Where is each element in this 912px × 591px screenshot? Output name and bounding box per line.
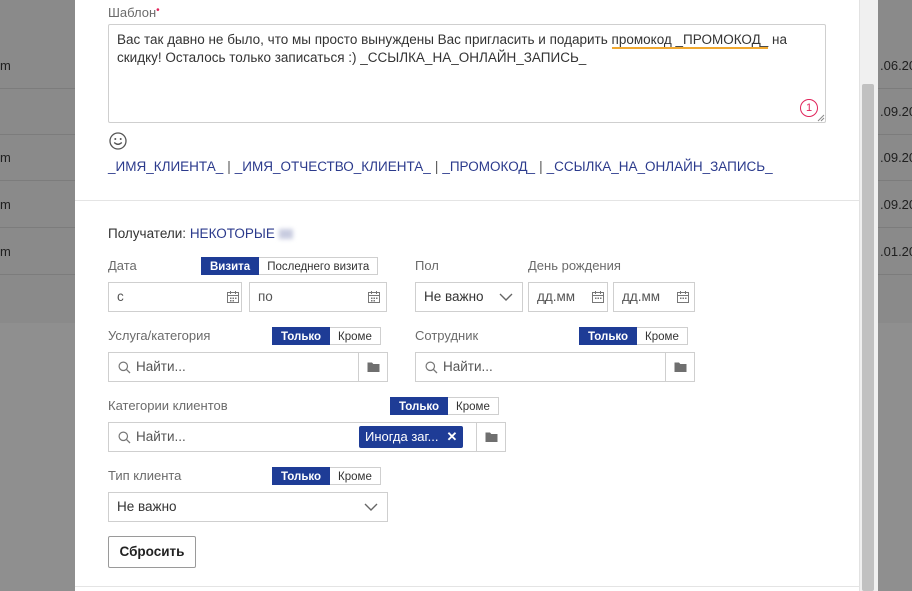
remove-chip-icon[interactable]: ✕ bbox=[447, 429, 458, 444]
date-type-toggle: Визита Последнего визита bbox=[201, 257, 379, 275]
search-icon bbox=[118, 361, 131, 374]
recipients-count-blurred bbox=[278, 229, 293, 240]
resize-handle-icon[interactable] bbox=[817, 114, 825, 122]
template-label-text: Шаблон bbox=[108, 5, 157, 20]
toggle-except[interactable]: Кроме bbox=[637, 327, 688, 345]
reset-button[interactable]: Сбросить bbox=[108, 536, 196, 568]
background-cell: m bbox=[0, 197, 11, 212]
employee-label: Сотрудник bbox=[415, 328, 479, 343]
client-categories-label: Категории клиентов bbox=[108, 398, 228, 413]
variable-client-name-patronymic[interactable]: _ИМЯ_ОТЧЕСТВО_КЛИЕНТА_ bbox=[235, 159, 431, 174]
employee-folder-button[interactable] bbox=[665, 352, 695, 382]
folder-icon bbox=[674, 362, 687, 372]
birthday-label: День рождения bbox=[528, 258, 621, 273]
toggle-only[interactable]: Только bbox=[272, 467, 331, 485]
folder-icon bbox=[367, 362, 380, 372]
background-date: .01.20 bbox=[880, 244, 912, 259]
birthday-to-placeholder: дд.мм bbox=[622, 289, 661, 304]
toggle-except[interactable]: Кроме bbox=[448, 397, 499, 415]
calendar-icon[interactable] bbox=[591, 290, 605, 304]
search-icon bbox=[118, 431, 131, 444]
chevron-down-icon bbox=[364, 503, 378, 511]
background-cell: m bbox=[0, 244, 11, 259]
employee-placeholder: Найти... bbox=[443, 359, 493, 374]
variable-separator: | bbox=[227, 159, 231, 174]
client-categories-toggle: Только Кроме bbox=[390, 397, 499, 415]
background-date: .09.20 bbox=[880, 150, 912, 165]
toggle-last-visit[interactable]: Последнего визита bbox=[259, 257, 379, 275]
date-from-input[interactable]: с bbox=[108, 282, 242, 312]
background-cell: m bbox=[0, 150, 11, 165]
client-categories-placeholder: Найти... bbox=[136, 429, 186, 444]
background-date: .09.20 bbox=[880, 197, 912, 212]
error-counter-badge: 1 bbox=[800, 99, 818, 117]
emoji-icon[interactable] bbox=[109, 132, 127, 150]
folder-icon bbox=[485, 432, 498, 442]
birthday-to-input[interactable]: дд.мм bbox=[613, 282, 695, 312]
date-to-placeholder: по bbox=[258, 289, 273, 304]
client-categories-folder-button[interactable] bbox=[476, 422, 506, 452]
client-type-toggle: Только Кроме bbox=[272, 467, 381, 485]
calendar-icon[interactable] bbox=[226, 290, 240, 304]
calendar-icon[interactable] bbox=[676, 290, 690, 304]
template-text-before: Вас так давно не было, что мы просто вын… bbox=[117, 32, 612, 47]
scrollbar-thumb[interactable] bbox=[862, 84, 874, 591]
gender-label: Пол bbox=[415, 258, 439, 273]
date-label: Дата bbox=[108, 258, 137, 273]
variable-client-name[interactable]: _ИМЯ_КЛИЕНТА_ bbox=[108, 159, 223, 174]
service-placeholder: Найти... bbox=[136, 359, 186, 374]
recipients-label: Получатели: bbox=[108, 226, 187, 241]
variable-online-booking-link[interactable]: _ССЫЛКА_НА_ОНЛАЙН_ЗАПИСЬ_ bbox=[547, 159, 773, 174]
recipients-summary: Получатели: НЕКОТОРЫЕ bbox=[108, 226, 293, 241]
template-variables: _ИМЯ_КЛИЕНТА_ | _ИМЯ_ОТЧЕСТВО_КЛИЕНТА_ | _ПР… bbox=[108, 159, 773, 174]
variable-separator: | bbox=[539, 159, 543, 174]
calendar-icon[interactable] bbox=[367, 290, 381, 304]
service-folder-button[interactable] bbox=[358, 352, 388, 382]
service-label: Услуга/категория bbox=[108, 328, 211, 343]
toggle-except[interactable]: Кроме bbox=[330, 467, 381, 485]
gender-select[interactable]: Не важно bbox=[415, 282, 523, 312]
client-type-select[interactable]: Не важно bbox=[108, 492, 388, 522]
toggle-visit[interactable]: Визита bbox=[201, 257, 260, 275]
background-cell: m bbox=[0, 58, 11, 73]
employee-search-input[interactable]: Найти... bbox=[415, 352, 666, 382]
search-icon bbox=[425, 361, 438, 374]
birthday-from-placeholder: дд.мм bbox=[537, 289, 576, 304]
date-from-placeholder: с bbox=[117, 289, 124, 304]
gender-value: Не важно bbox=[424, 289, 484, 304]
client-type-label: Тип клиента bbox=[108, 468, 182, 483]
variable-promo-code[interactable]: _ПРОМОКОД_ bbox=[442, 159, 535, 174]
toggle-except[interactable]: Кроме bbox=[330, 327, 381, 345]
template-keyword: промокод _ПРОМОКОД_ bbox=[611, 32, 769, 49]
toggle-only[interactable]: Только bbox=[579, 327, 638, 345]
birthday-from-input[interactable]: дд.мм bbox=[528, 282, 608, 312]
variable-separator: | bbox=[434, 159, 439, 174]
chevron-down-icon bbox=[499, 293, 513, 301]
client-type-value: Не важно bbox=[117, 499, 177, 514]
section-divider bbox=[75, 200, 859, 201]
employee-toggle: Только Кроме bbox=[579, 327, 688, 345]
service-toggle: Только Кроме bbox=[272, 327, 381, 345]
date-to-input[interactable]: по bbox=[249, 282, 387, 312]
chip-label: Иногда заг... bbox=[365, 429, 439, 444]
recipients-value: НЕКОТОРЫЕ bbox=[189, 226, 275, 241]
background-date: .06.20 bbox=[880, 58, 912, 73]
toggle-only[interactable]: Только bbox=[272, 327, 331, 345]
section-divider bbox=[75, 586, 859, 587]
required-marker: • bbox=[156, 5, 160, 16]
service-search-input[interactable]: Найти... bbox=[108, 352, 359, 382]
selected-category-chip: Иногда заг... ✕ bbox=[359, 426, 464, 448]
template-label: Шаблон• bbox=[108, 5, 160, 20]
toggle-only[interactable]: Только bbox=[390, 397, 449, 415]
background-date: .09.20 bbox=[880, 104, 912, 119]
template-textarea[interactable]: Вас так давно не было, что мы просто вын… bbox=[108, 24, 826, 123]
